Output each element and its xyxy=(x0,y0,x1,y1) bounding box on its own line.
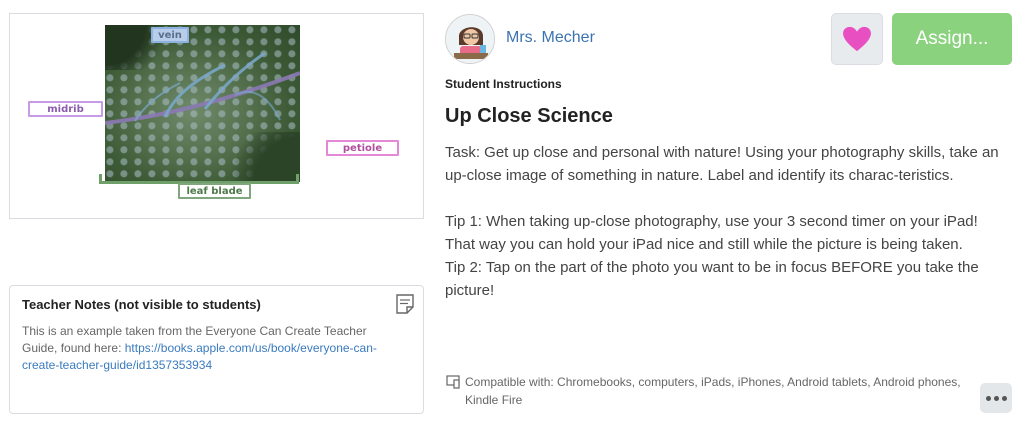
label-leaf-blade: leaf blade xyxy=(178,183,251,199)
teacher-avatar-icon xyxy=(446,15,494,63)
activity-image-card[interactable]: vein midrib petiole leaf blade xyxy=(9,13,424,219)
device-icon xyxy=(446,375,460,389)
note-icon[interactable] xyxy=(395,293,415,315)
instructions-task: Task: Get up close and personal with nat… xyxy=(445,144,999,184)
student-instructions-label: Student Instructions xyxy=(445,77,562,91)
more-icon-dot xyxy=(993,395,999,401)
label-midrib: midrib xyxy=(28,101,103,117)
assign-button[interactable]: Assign... xyxy=(892,13,1012,65)
teacher-notes-body: This is an example taken from the Everyo… xyxy=(22,323,402,374)
leaf-veins-drawing xyxy=(105,51,300,125)
teacher-name-link[interactable]: Mrs. Mecher xyxy=(506,29,595,47)
label-petiole: petiole xyxy=(326,140,399,156)
like-button[interactable] xyxy=(831,13,883,65)
teacher-notes-card: Teacher Notes (not visible to students) … xyxy=(9,285,424,414)
leaf-photo xyxy=(105,25,300,182)
instructions-tip-1: Tip 1: When taking up-close photography,… xyxy=(445,213,978,253)
heart-icon xyxy=(843,26,871,52)
activity-title: Up Close Science xyxy=(445,105,613,127)
teacher-notes-title: Teacher Notes (not visible to students) xyxy=(22,297,261,312)
instructions-tip-2: Tip 2: Tap on the part of the photo you … xyxy=(445,259,979,299)
instructions-body: Task: Get up close and personal with nat… xyxy=(445,141,1005,302)
more-options-button[interactable] xyxy=(980,383,1012,413)
compatibility-text: Compatible with: Chromebooks, computers,… xyxy=(465,375,961,407)
more-icon-dot xyxy=(1001,395,1007,401)
teacher-avatar[interactable] xyxy=(445,14,495,64)
label-vein: vein xyxy=(151,27,189,43)
more-icon xyxy=(985,395,991,401)
